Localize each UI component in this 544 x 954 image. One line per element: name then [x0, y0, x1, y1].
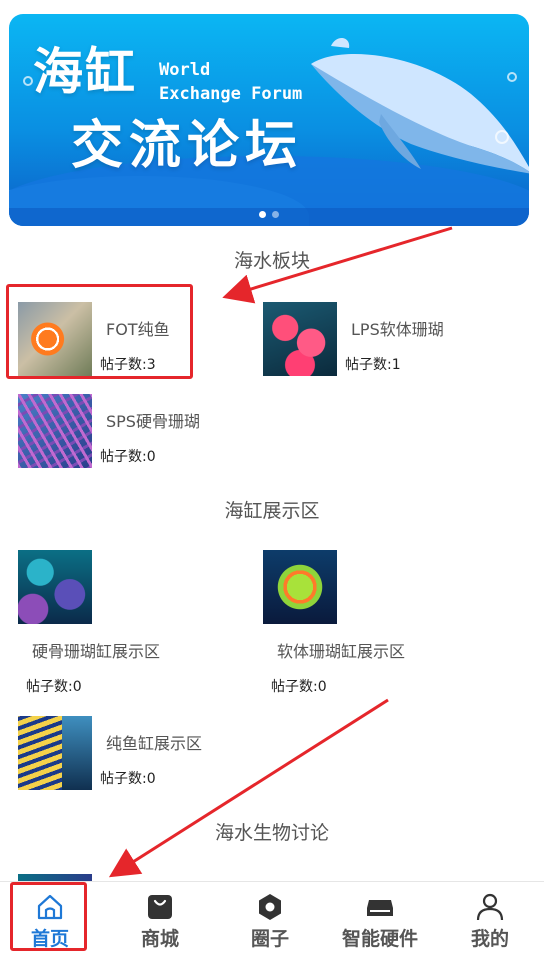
- banner-carousel[interactable]: 海缸 交流论坛 World Exchange Forum: [9, 14, 529, 226]
- bubble-decoration: [23, 76, 33, 86]
- tab-profile[interactable]: 我的: [440, 882, 540, 954]
- banner-title: 海缸: [33, 43, 137, 101]
- post-count: 帖子数:0: [26, 679, 82, 695]
- carousel-dot[interactable]: [272, 211, 279, 218]
- tab-label: 商城: [140, 928, 179, 950]
- section-title: 海缸展示区: [224, 500, 320, 522]
- forum-board-item[interactable]: LPS软体珊瑚 帖子数:1: [263, 302, 503, 392]
- board-thumbnail: [18, 550, 92, 624]
- banner-title: 交流论坛: [71, 116, 304, 176]
- banner-subtitle-line: World: [159, 60, 211, 80]
- hexagon-icon: [259, 894, 281, 920]
- section-title: 海水板块: [233, 250, 310, 272]
- board-thumbnail: [263, 302, 337, 376]
- tab-shop[interactable]: 商城: [110, 882, 210, 954]
- highlight-box: [6, 284, 193, 379]
- bubble-decoration: [507, 72, 517, 82]
- board-thumbnail: [18, 716, 92, 790]
- forum-board-item[interactable]: SPS硬骨珊瑚 帖子数:0: [18, 394, 258, 484]
- device-icon: [367, 900, 393, 916]
- tab-label: 我的: [470, 928, 509, 950]
- banner-subtitle: World Exchange Forum: [159, 58, 302, 106]
- highlight-box: [10, 882, 87, 951]
- tab-label: 智能硬件: [341, 928, 418, 950]
- bubble-decoration: [495, 130, 509, 144]
- whale-illustration: [311, 37, 529, 174]
- tab-smart-hardware[interactable]: 智能硬件: [330, 882, 430, 954]
- board-name: 软体珊瑚缸展示区: [277, 642, 406, 661]
- user-icon: [476, 893, 504, 921]
- carousel-dot[interactable]: [259, 211, 266, 218]
- shopping-bag-icon: [148, 895, 172, 919]
- post-count: 帖子数:0: [271, 679, 327, 695]
- board-name: 硬骨珊瑚缸展示区: [32, 642, 161, 661]
- tab-label: 圈子: [250, 928, 289, 950]
- post-count: 帖子数:1: [345, 357, 401, 373]
- post-count: 帖子数:0: [100, 771, 156, 787]
- forum-board-item[interactable]: 纯鱼缸展示区 帖子数:0: [18, 716, 258, 806]
- post-count: 帖子数:0: [100, 449, 156, 465]
- board-name: SPS硬骨珊瑚: [106, 412, 200, 431]
- section-title: 海水生物讨论: [214, 822, 329, 844]
- forum-board-item[interactable]: 软体珊瑚缸展示区 帖子数:0: [263, 550, 503, 700]
- board-name: LPS软体珊瑚: [351, 320, 444, 339]
- board-thumbnail: [263, 550, 337, 624]
- page: 海缸 交流论坛 World Exchange Forum 海水板块 FOT纯鱼 …: [0, 0, 544, 954]
- board-thumbnail: [18, 394, 92, 468]
- board-name: 纯鱼缸展示区: [106, 734, 203, 753]
- banner-subtitle-line: Exchange Forum: [159, 84, 303, 104]
- forum-board-item[interactable]: 硬骨珊瑚缸展示区 帖子数:0: [18, 550, 258, 700]
- tab-circle[interactable]: 圈子: [220, 882, 320, 954]
- carousel-indicator: [9, 211, 529, 218]
